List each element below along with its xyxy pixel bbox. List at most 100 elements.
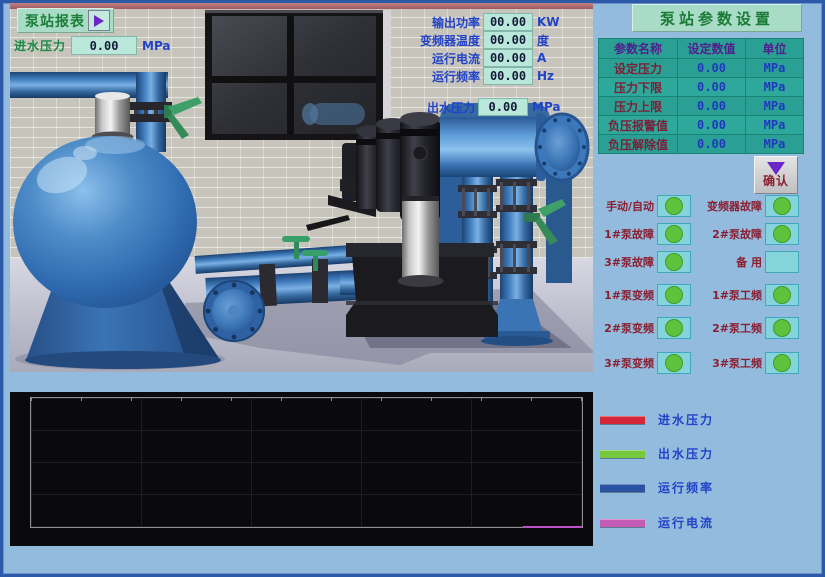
status-label: 3#泵变频	[592, 355, 654, 371]
param-value-field[interactable]: 0.00	[678, 116, 746, 135]
confirm-button-label: 确认	[763, 172, 789, 189]
status-indicator	[657, 317, 691, 339]
play-icon	[94, 15, 104, 27]
param-name: 负压报警值	[599, 116, 678, 135]
param-unit: MPa	[746, 116, 804, 135]
status-indicator	[765, 352, 799, 374]
legend-color-swatch	[600, 450, 645, 458]
axis-ticks	[31, 398, 582, 401]
metric-label: 变频器温度	[360, 32, 480, 49]
status-indicator	[765, 284, 799, 306]
outlet-pressure-readout: 出水压力 0.00 MPa	[355, 98, 561, 116]
outlet-pressure-unit: MPa	[532, 100, 561, 114]
table-row: 负压报警值 0.00 MPa	[599, 116, 804, 135]
metric-value: 00.00	[483, 13, 533, 31]
lamp-icon	[665, 319, 683, 337]
status-indicator	[765, 195, 799, 217]
legend-color-swatch	[600, 484, 645, 492]
confirm-button[interactable]: 确认	[754, 156, 798, 194]
status-row: 3#泵变频 3#泵工频	[592, 351, 804, 375]
param-unit: MPa	[746, 78, 804, 97]
metric-label: 输出功率	[360, 14, 480, 31]
legend-item: 进水压力	[600, 411, 714, 428]
status-indicator	[765, 251, 799, 273]
param-value-field[interactable]: 0.00	[678, 97, 746, 116]
inlet-pressure-readout: 进水压力 0.00 MPa	[14, 36, 171, 55]
legend-label: 运行频率	[658, 479, 714, 496]
status-label: 备 用	[696, 254, 762, 270]
status-row: 2#泵变频 2#泵工频	[592, 316, 804, 340]
status-indicator	[657, 223, 691, 245]
lamp-icon	[665, 286, 683, 304]
param-value-field[interactable]: 0.00	[678, 135, 746, 154]
outlet-pressure-label: 出水压力	[355, 99, 475, 116]
status-label: 2#泵故障	[696, 226, 762, 242]
report-open-button[interactable]	[88, 10, 110, 31]
status-label: 3#泵工频	[696, 355, 762, 371]
metric-value: 00.00	[483, 49, 533, 67]
table-row: 负压解除值 0.00 MPa	[599, 135, 804, 154]
param-value-field[interactable]: 0.00	[678, 78, 746, 97]
legend-item: 运行电流	[600, 514, 714, 531]
legend-item: 出水压力	[600, 445, 714, 462]
status-indicator	[765, 223, 799, 245]
legend-label: 运行电流	[658, 514, 714, 531]
status-label: 2#泵工频	[696, 320, 762, 336]
metric-row: 变频器温度 00.00 度	[360, 31, 549, 49]
status-indicator	[657, 251, 691, 273]
lamp-icon	[665, 253, 683, 271]
metric-unit: A	[537, 51, 546, 65]
settings-panel-title: 泵站参数设置	[632, 4, 802, 32]
parameter-table-header: 参数名称 设定数值 单位	[599, 39, 804, 59]
col-header-value: 设定数值	[678, 39, 746, 59]
status-row: 手动/自动 变频器故障	[592, 194, 804, 218]
status-label: 3#泵故障	[592, 254, 654, 270]
inlet-pressure-label: 进水压力	[14, 37, 66, 54]
outlet-pressure-value: 0.00	[478, 98, 528, 116]
status-row: 1#泵故障 2#泵故障	[592, 222, 804, 246]
lamp-icon	[773, 354, 791, 372]
report-button[interactable]: 泵站报表	[17, 8, 114, 33]
col-header-name: 参数名称	[599, 39, 678, 59]
metric-label: 运行频率	[360, 68, 480, 85]
status-label: 1#泵故障	[592, 226, 654, 242]
legend-color-swatch	[600, 416, 645, 424]
lamp-icon	[773, 319, 791, 337]
pump-barrel	[398, 196, 444, 287]
metric-row: 输出功率 00.00 KW	[360, 13, 560, 31]
metric-label: 运行电流	[360, 50, 480, 67]
status-indicator	[657, 284, 691, 306]
col-header-unit: 单位	[746, 39, 804, 59]
lamp-icon	[773, 286, 791, 304]
legend-label: 出水压力	[658, 445, 714, 462]
lamp-icon	[773, 197, 791, 215]
param-value-field[interactable]: 0.00	[678, 59, 746, 78]
metric-row: 运行电流 00.00 A	[360, 49, 546, 67]
status-row: 3#泵故障 备 用	[592, 250, 804, 274]
table-row: 压力上限 0.00 MPa	[599, 97, 804, 116]
table-row: 设定压力 0.00 MPa	[599, 59, 804, 78]
status-indicator	[657, 195, 691, 217]
param-name: 负压解除值	[599, 135, 678, 154]
metric-row: 运行频率 00.00 Hz	[360, 67, 554, 85]
param-name: 设定压力	[599, 59, 678, 78]
status-label: 2#泵变频	[592, 320, 654, 336]
legend-label: 进水压力	[658, 411, 714, 428]
table-row: 压力下限 0.00 MPa	[599, 78, 804, 97]
param-name: 压力上限	[599, 97, 678, 116]
param-unit: MPa	[746, 135, 804, 154]
metric-unit: 度	[537, 32, 549, 49]
status-row: 1#泵变频 1#泵工频	[592, 283, 804, 307]
metric-unit: Hz	[537, 69, 554, 83]
pressure-tank	[13, 136, 221, 369]
status-indicator	[765, 317, 799, 339]
trend-chart	[10, 392, 593, 546]
pump-station-3d-view: 泵站报表 进水压力 0.00 MPa 输出功率 00.00 KW 变频器温度 0…	[10, 3, 593, 372]
status-label: 1#泵变频	[592, 287, 654, 303]
lamp-icon	[665, 197, 683, 215]
metric-value: 00.00	[483, 67, 533, 85]
status-label: 手动/自动	[592, 198, 654, 214]
hmi-pump-station-screen: 泵站报表 进水压力 0.00 MPa 输出功率 00.00 KW 变频器温度 0…	[0, 0, 825, 577]
inlet-pressure-value: 0.00	[71, 36, 137, 55]
legend-item: 运行频率	[600, 479, 714, 496]
